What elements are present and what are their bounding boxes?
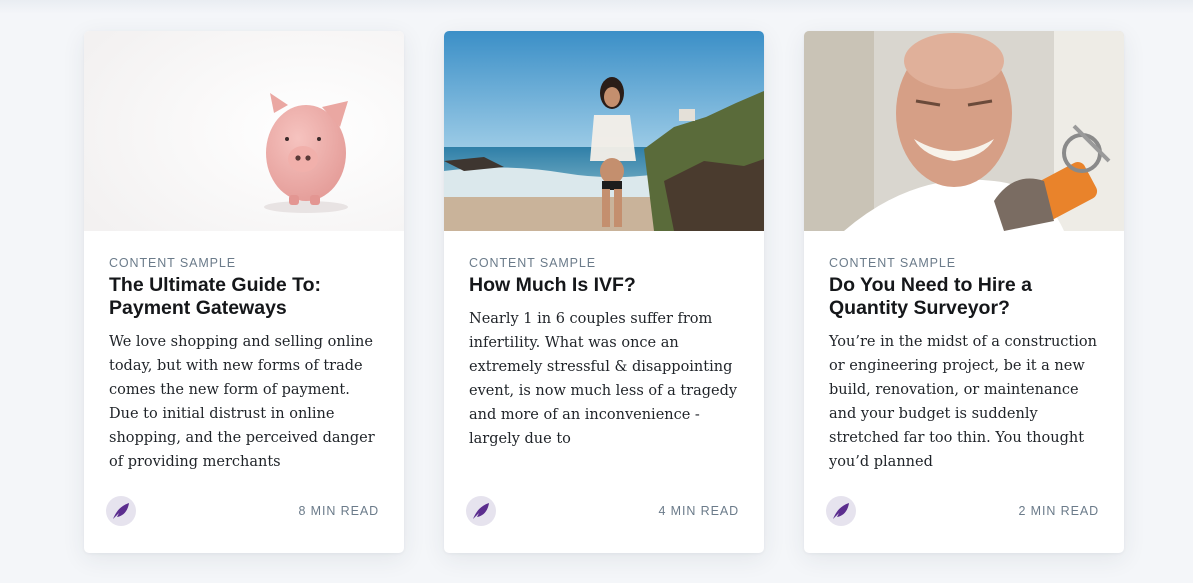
post-card[interactable]: Content Sample Do You Need to Hire a Qua… [804, 31, 1124, 553]
post-feed: Content Sample The Ultimate Guide To: Pa… [84, 31, 1124, 553]
author-avatar[interactable] [466, 496, 496, 526]
post-title[interactable]: Do You Need to Hire a Quantity Surveyor? [829, 274, 1099, 320]
post-image[interactable] [804, 31, 1124, 231]
post-tag[interactable]: Content Sample [469, 256, 739, 270]
post-card[interactable]: Content Sample The Ultimate Guide To: Pa… [84, 31, 404, 553]
post-title[interactable]: How Much Is IVF? [469, 274, 739, 297]
feather-logo-icon [473, 503, 489, 519]
post-excerpt: We love shopping and selling online toda… [109, 334, 375, 470]
author-avatar[interactable] [826, 496, 856, 526]
feather-logo-icon [833, 503, 849, 519]
post-footer: 2 min read [826, 495, 1099, 527]
post-card[interactable]: Content Sample How Much Is IVF? Nearly 1… [444, 31, 764, 553]
feather-logo-icon [113, 503, 129, 519]
post-title[interactable]: The Ultimate Guide To: Payment Gateways [109, 274, 379, 320]
post-footer: 8 min read [106, 495, 379, 527]
author-avatar[interactable] [106, 496, 136, 526]
post-image[interactable] [444, 31, 764, 231]
top-edge [0, 0, 1193, 14]
post-tag[interactable]: Content Sample [109, 256, 379, 270]
post-footer: 4 min read [466, 495, 739, 527]
read-time: 8 min read [298, 504, 379, 518]
read-time: 2 min read [1018, 504, 1099, 518]
post-tag[interactable]: Content Sample [829, 256, 1099, 270]
post-image[interactable] [84, 31, 404, 231]
read-time: 4 min read [658, 504, 739, 518]
post-excerpt: Nearly 1 in 6 couples suffer from infert… [469, 311, 738, 447]
post-excerpt: You’re in the midst of a construction or… [829, 334, 1097, 470]
